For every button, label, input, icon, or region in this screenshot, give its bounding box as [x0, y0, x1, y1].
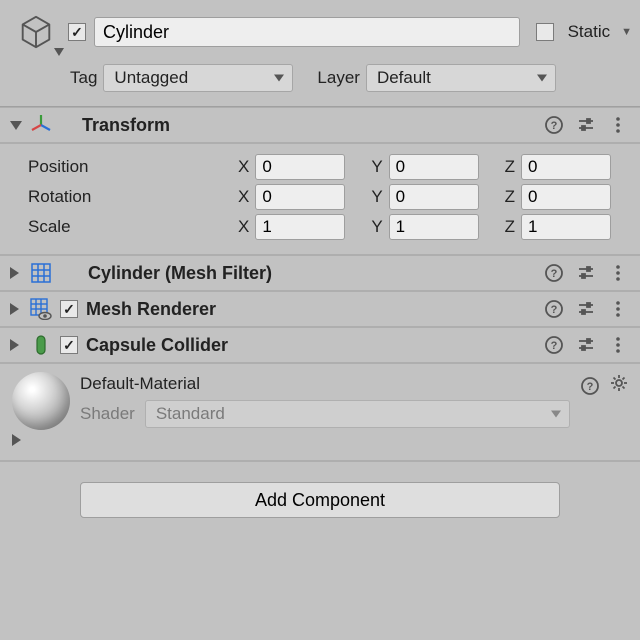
preset-icon[interactable]: [576, 263, 596, 283]
capsule-collider-icon: [30, 334, 52, 356]
shader-label: Shader: [80, 404, 135, 424]
material-preview-icon: [12, 372, 70, 430]
preset-icon[interactable]: [576, 115, 596, 135]
layer-label: Layer: [317, 68, 360, 88]
menu-icon[interactable]: [608, 263, 628, 283]
help-icon[interactable]: ?: [544, 335, 564, 355]
rotation-label: Rotation: [28, 187, 228, 207]
mesh-renderer-icon: [30, 298, 52, 320]
component-transform: Transform ?: [0, 108, 640, 144]
component-title: Transform: [82, 115, 536, 136]
svg-text:?: ?: [551, 120, 558, 132]
static-label: Static: [568, 22, 611, 42]
position-label: Position: [28, 157, 228, 177]
static-dropdown-icon[interactable]: ▼: [621, 26, 632, 38]
name-input[interactable]: [94, 17, 520, 47]
active-checkbox[interactable]: [68, 23, 86, 41]
component-title: Mesh Renderer: [86, 299, 536, 320]
scale-z-input[interactable]: [521, 214, 611, 240]
position-x-input[interactable]: [255, 154, 345, 180]
material-name: Default-Material: [80, 374, 570, 394]
component-mesh-renderer: Mesh Renderer ?: [0, 292, 640, 328]
position-z-input[interactable]: [521, 154, 611, 180]
menu-icon[interactable]: [608, 335, 628, 355]
foldout-icon[interactable]: [10, 339, 19, 351]
gameobject-header: Static ▼ Tag Untagged Layer Default: [0, 0, 640, 98]
svg-text:?: ?: [587, 381, 594, 393]
svg-text:?: ?: [551, 268, 558, 280]
scale-x-input[interactable]: [255, 214, 345, 240]
rotation-x-input[interactable]: [255, 184, 345, 210]
layer-dropdown[interactable]: Default: [366, 64, 556, 92]
foldout-icon[interactable]: [10, 303, 19, 315]
gear-icon[interactable]: [610, 374, 628, 397]
position-y-input[interactable]: [389, 154, 479, 180]
enable-checkbox[interactable]: [60, 336, 78, 354]
preset-icon[interactable]: [576, 299, 596, 319]
help-icon[interactable]: ?: [544, 115, 564, 135]
menu-icon[interactable]: [608, 115, 628, 135]
component-mesh-filter: Cylinder (Mesh Filter) ?: [0, 256, 640, 292]
help-icon[interactable]: ?: [580, 376, 600, 396]
tag-dropdown[interactable]: Untagged: [103, 64, 293, 92]
svg-text:?: ?: [551, 340, 558, 352]
help-icon[interactable]: ?: [544, 299, 564, 319]
svg-text:?: ?: [551, 304, 558, 316]
mesh-filter-icon: [30, 262, 52, 284]
shader-dropdown[interactable]: Standard: [145, 400, 570, 428]
material-section: Default-Material Shader Standard ?: [0, 364, 640, 434]
static-checkbox[interactable]: [536, 23, 554, 41]
foldout-icon[interactable]: [10, 267, 19, 279]
component-capsule-collider: Capsule Collider ?: [0, 328, 640, 364]
rotation-y-input[interactable]: [389, 184, 479, 210]
component-title: Capsule Collider: [86, 335, 536, 356]
scale-y-input[interactable]: [389, 214, 479, 240]
material-foldout-icon[interactable]: [12, 434, 21, 446]
help-icon[interactable]: ?: [544, 263, 564, 283]
scale-label: Scale: [28, 217, 228, 237]
foldout-icon[interactable]: [10, 121, 22, 130]
transform-icon: [30, 114, 52, 136]
transform-properties: Position X Y Z Rotation X Y Z Scale X Y …: [0, 144, 640, 256]
menu-icon[interactable]: [608, 299, 628, 319]
preset-icon[interactable]: [576, 335, 596, 355]
component-title: Cylinder (Mesh Filter): [88, 263, 536, 284]
tag-label: Tag: [70, 68, 97, 88]
enable-checkbox[interactable]: [60, 300, 78, 318]
add-component-button[interactable]: Add Component: [80, 482, 560, 518]
gameobject-icon[interactable]: [12, 10, 60, 54]
rotation-z-input[interactable]: [521, 184, 611, 210]
